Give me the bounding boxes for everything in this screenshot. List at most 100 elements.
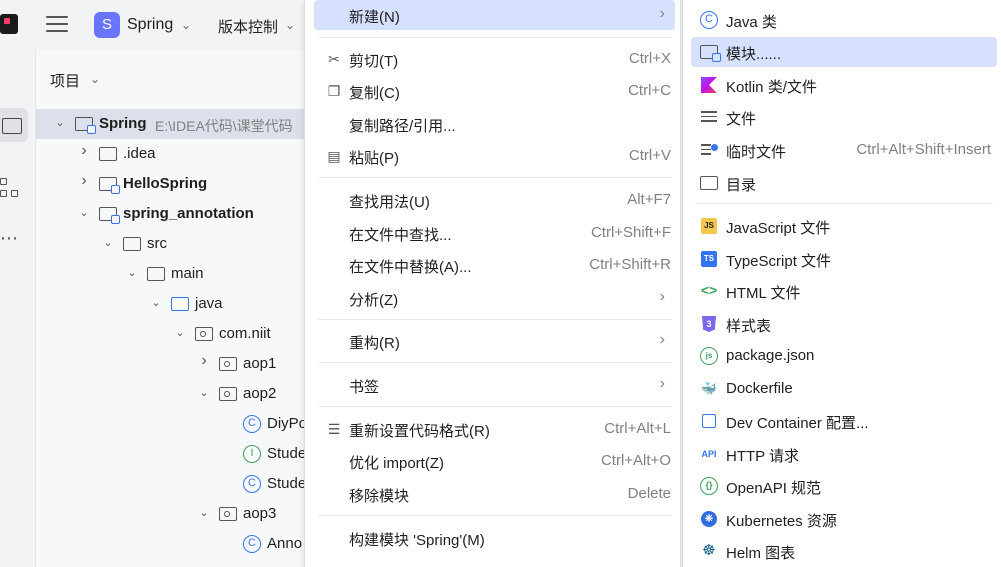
menu-separator	[318, 362, 671, 363]
docker-icon: 🐳	[700, 381, 718, 396]
tree-node-label: com.niit	[219, 325, 271, 342]
scratch-file-icon	[700, 141, 718, 159]
tree-node[interactable]: C DiyPo	[36, 409, 307, 439]
expand-arrow-down-icon[interactable]: ⌄	[78, 206, 90, 219]
structure-icon[interactable]	[0, 178, 22, 204]
tree-node[interactable]: ⌄ spring_annotation	[36, 199, 304, 229]
tree-node[interactable]: ⌄ com.niit	[36, 319, 304, 349]
menu-item[interactable]: 新建(N) ›	[314, 0, 675, 30]
submenu-item[interactable]: Dev Container 配置...	[691, 406, 997, 436]
menu-item[interactable]: 查找用法(U) Alt+F7	[314, 185, 675, 215]
css-icon: 3	[700, 315, 718, 333]
package-icon	[195, 327, 213, 341]
submenu-item[interactable]: ⎈ Kubernetes 资源	[691, 504, 997, 534]
submenu-item-label: 模块......	[726, 46, 782, 63]
project-name-dropdown[interactable]: Spring	[127, 16, 173, 34]
menu-item-shortcut: Ctrl+Shift+R	[589, 256, 671, 273]
tree-node[interactable]: C Anno	[36, 529, 304, 559]
submenu-item-label: 临时文件	[726, 144, 787, 161]
submenu-item[interactable]: 临时文件 Ctrl+Alt+Shift+Insert	[691, 135, 997, 165]
menu-item[interactable]: 构建模块 'Spring'(M)	[314, 523, 675, 553]
submenu-item[interactable]: API HTTP 请求	[691, 439, 997, 469]
menu-item[interactable]: 在文件中替换(A)... Ctrl+Shift+R	[314, 250, 675, 280]
submenu-item-label: Dockerfile	[726, 380, 793, 397]
submenu-item[interactable]: 3 样式表	[691, 309, 997, 339]
class-icon: C	[243, 535, 261, 553]
submenu-item-label: 目录	[726, 177, 757, 194]
chevron-down-icon[interactable]: ⌄	[285, 18, 295, 32]
submenu-item-label: HTML 文件	[726, 285, 801, 302]
openapi-icon: {}	[700, 477, 718, 495]
tree-node-label: Stude	[267, 445, 307, 462]
tree-node[interactable]: ⌄ Spring E:\IDEA代码\课堂代码	[36, 109, 304, 139]
main-menu-icon[interactable]	[46, 16, 68, 34]
menu-item[interactable]: ☰ 重新设置代码格式(R) Ctrl+Alt+L	[314, 414, 675, 444]
module-icon	[75, 117, 96, 134]
tree-node[interactable]: ⌄ aop3	[36, 499, 304, 529]
expand-arrow-down-icon[interactable]: ⌄	[102, 236, 114, 249]
tree-node[interactable]: ⌄ src	[36, 229, 304, 259]
submenu-item[interactable]: js package.json	[691, 341, 997, 371]
paste-icon: ▤	[327, 148, 341, 164]
expand-arrow-right-icon[interactable]: ›	[78, 172, 90, 190]
menu-item[interactable]: ✂ 剪切(T) Ctrl+X	[314, 44, 675, 74]
submenu-item[interactable]: 文件	[691, 102, 997, 132]
submenu-item[interactable]: JS JavaScript 文件	[691, 211, 997, 241]
menu-item[interactable]: ▤ 粘贴(P) Ctrl+V	[314, 141, 675, 171]
tree-node[interactable]: ⌄ java	[36, 289, 304, 319]
submenu-item-label: 文件	[726, 111, 757, 128]
project-panel: 项目 ⌄ ⌄ Spring E:\IDEA代码\课堂代码 › .idea › HelloSp…	[36, 50, 307, 567]
submenu-item[interactable]: 🐳 Dockerfile	[691, 374, 997, 404]
tree-node[interactable]: C Stude	[36, 469, 306, 499]
tree-node[interactable]: › .idea	[36, 139, 304, 169]
submenu-item[interactable]: <> HTML 文件	[691, 276, 997, 306]
menu-item[interactable]: 重构(R) ›	[314, 326, 675, 356]
menu-item[interactable]: 优化 import(Z) Ctrl+Alt+O	[314, 446, 675, 476]
project-tool-folder-icon[interactable]	[0, 108, 28, 142]
menu-item[interactable]: 分析(Z) ›	[314, 283, 675, 313]
expand-arrow-right-icon[interactable]: ›	[198, 352, 210, 370]
menu-item-shortcut: Delete	[627, 485, 671, 502]
expand-arrow-down-icon[interactable]: ⌄	[198, 386, 210, 399]
menu-item-label: 优化 import(Z)	[349, 455, 444, 472]
submenu-item[interactable]: ☸ Helm 图表	[691, 536, 997, 566]
submenu-item[interactable]: TS TypeScript 文件	[691, 244, 997, 274]
menu-item-label: 重新设置代码格式(R)	[349, 423, 490, 440]
submenu-item[interactable]: 目录	[691, 168, 997, 198]
menu-item[interactable]: 复制路径/引用...	[314, 109, 675, 139]
menu-item-label: 移除模块	[349, 488, 410, 505]
more-icon[interactable]: ⋯	[0, 228, 19, 249]
class-icon: C	[243, 415, 261, 433]
scissors-icon: ✂	[328, 51, 340, 67]
tree-node-label: .idea	[123, 145, 156, 162]
chevron-down-icon[interactable]: ⌄	[181, 18, 191, 32]
tree-node[interactable]: ⌄ aop2	[36, 379, 304, 409]
expand-arrow-down-icon[interactable]: ⌄	[126, 266, 138, 279]
menu-item[interactable]: 书签 ›	[314, 370, 675, 400]
project-badge[interactable]: S	[94, 12, 120, 38]
menu-item[interactable]: ❐ 复制(C) Ctrl+C	[314, 76, 675, 106]
tree-node[interactable]: I Stude	[36, 439, 307, 469]
expand-arrow-down-icon[interactable]: ⌄	[150, 296, 162, 309]
menu-item[interactable]: 在文件中查找... Ctrl+Shift+F	[314, 218, 675, 248]
expand-arrow-right-icon[interactable]: ›	[78, 142, 90, 160]
tree-node[interactable]: › aop1	[36, 349, 304, 379]
panel-title[interactable]: 项目	[50, 70, 80, 91]
expand-arrow-down-icon[interactable]: ⌄	[198, 506, 210, 519]
folder-icon	[147, 267, 165, 281]
submenu-item[interactable]: 模块......	[691, 37, 997, 67]
menu-item[interactable]: 移除模块 Delete	[314, 479, 675, 509]
submenu-item[interactable]: {} OpenAPI 规范	[691, 471, 997, 501]
menu-item-label: 复制路径/引用...	[349, 118, 456, 135]
java-class-icon: C	[700, 11, 718, 29]
chevron-down-icon[interactable]: ⌄	[90, 72, 100, 86]
submenu-item[interactable]: C Java 类	[691, 5, 997, 35]
expand-arrow-down-icon[interactable]: ⌄	[174, 326, 186, 339]
tree-node[interactable]: › HelloSpring	[36, 169, 304, 199]
submenu-item-label: TypeScript 文件	[726, 253, 832, 270]
tree-node[interactable]: ⌄ main	[36, 259, 304, 289]
submenu-item[interactable]: Kotlin 类/文件	[691, 70, 997, 100]
submenu-item-label: JavaScript 文件	[726, 220, 831, 237]
vcs-dropdown[interactable]: 版本控制	[218, 16, 278, 37]
expand-arrow-down-icon[interactable]: ⌄	[54, 116, 66, 129]
